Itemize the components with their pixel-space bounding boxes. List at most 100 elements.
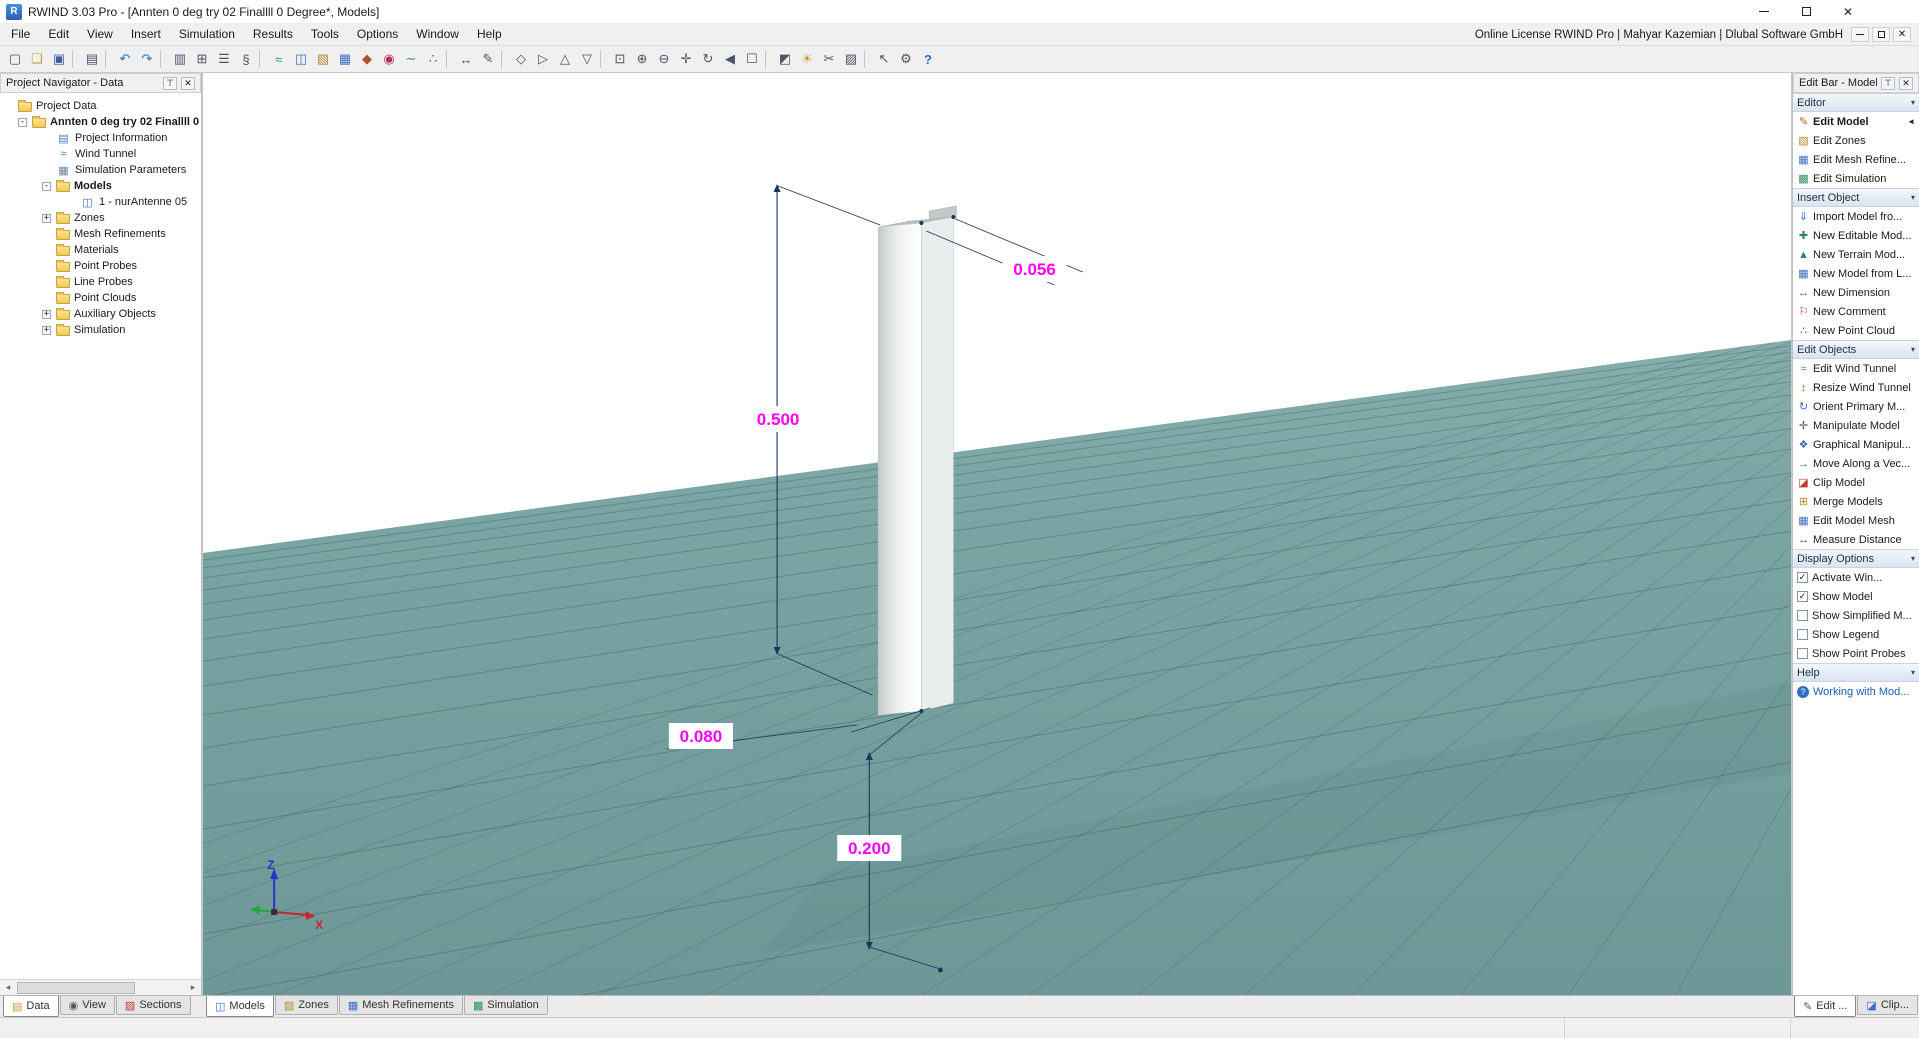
project-navigator-button[interactable]: ▥ xyxy=(169,48,191,70)
viewport-canvas[interactable]: 0.056 0.500 0.080 0.200 Z X xyxy=(203,73,1791,995)
tab-zones[interactable]: ▧ Zones xyxy=(275,996,338,1015)
zoom-window-button[interactable]: ⊡ xyxy=(609,48,631,70)
editbar-item[interactable]: ↔ Measure Distance xyxy=(1793,530,1919,549)
navigator-horizontal-scrollbar[interactable]: ◂ ▸ xyxy=(0,979,201,995)
dimension-button[interactable]: ↔ xyxy=(455,48,477,70)
antenna-model[interactable] xyxy=(878,206,956,715)
tree-item[interactable]: Point Probes xyxy=(0,258,201,274)
editbar-item[interactable]: ▦ New Model from L... xyxy=(1793,264,1919,283)
editbar-item[interactable]: ∴ New Point Cloud xyxy=(1793,321,1919,340)
editbar-item[interactable]: ⊞ Merge Models xyxy=(1793,492,1919,511)
editbar-item[interactable]: ↔ New Dimension xyxy=(1793,283,1919,302)
close-document-button[interactable]: ✕ xyxy=(1893,27,1911,42)
editbar-item[interactable]: ❖ Graphical Manipul... xyxy=(1793,435,1919,454)
tab-mesh-refinements[interactable]: ▦ Mesh Refinements xyxy=(339,996,463,1015)
expander-icon[interactable]: - xyxy=(18,118,27,127)
tab-edit[interactable]: ✎ Edit ... xyxy=(1794,996,1856,1017)
checkbox[interactable] xyxy=(1797,591,1808,602)
previous-view-button[interactable]: ◀ xyxy=(719,48,741,70)
redo-button[interactable]: ↷ xyxy=(136,48,158,70)
line-probe-button[interactable]: ∼ xyxy=(400,48,422,70)
menu-item[interactable]: File xyxy=(2,24,39,44)
zoom-out-button[interactable]: ⊖ xyxy=(653,48,675,70)
section-plane-button[interactable]: ▨ xyxy=(840,48,862,70)
checkbox[interactable] xyxy=(1797,629,1808,640)
tree-item[interactable]: Line Probes xyxy=(0,274,201,290)
close-panel-button[interactable]: ✕ xyxy=(181,77,195,90)
scroll-left-icon[interactable]: ◂ xyxy=(0,982,16,993)
editbar-item[interactable]: ↻ Orient Primary M... xyxy=(1793,397,1919,416)
print-button[interactable]: ▤ xyxy=(81,48,103,70)
maximize-button[interactable] xyxy=(1785,0,1827,23)
editbar-item[interactable]: ▧ Edit Zones ◄ xyxy=(1793,131,1919,150)
editbar-item[interactable]: ↕ Resize Wind Tunnel xyxy=(1793,378,1919,397)
editbar-item[interactable]: ✎ Edit Model ◄ xyxy=(1793,112,1919,131)
minimize-document-button[interactable] xyxy=(1851,27,1869,42)
tree-item[interactable]: ▦ Simulation Parameters xyxy=(0,162,201,178)
new-model-button[interactable]: ◫ xyxy=(290,48,312,70)
tree-item[interactable]: Mesh Refinements xyxy=(0,226,201,242)
tree-item[interactable]: + Auxiliary Objects xyxy=(0,306,201,322)
editbar-item[interactable]: ◪ Clip Model xyxy=(1793,473,1919,492)
tree-item[interactable]: Point Clouds xyxy=(0,290,201,306)
selection-button[interactable]: ↖ xyxy=(873,48,895,70)
tree-item[interactable]: Project Data xyxy=(0,98,201,114)
clipping-button[interactable]: ✂ xyxy=(818,48,840,70)
close-panel-button[interactable]: ✕ xyxy=(1899,77,1913,90)
point-probe-button[interactable]: ◉ xyxy=(378,48,400,70)
editbar-item[interactable]: ✚ New Editable Mod... xyxy=(1793,226,1919,245)
point-cloud-button[interactable]: ∴ xyxy=(422,48,444,70)
isometric-view-button[interactable]: ◇ xyxy=(510,48,532,70)
save-button[interactable]: ▣ xyxy=(48,48,70,70)
light-button[interactable]: ☀ xyxy=(796,48,818,70)
expander-icon[interactable]: + xyxy=(42,214,51,223)
tree-item[interactable]: - Models xyxy=(0,178,201,194)
editbar-item[interactable]: ⇓ Import Model fro... xyxy=(1793,207,1919,226)
menu-item[interactable]: Simulation xyxy=(170,24,244,44)
tree-item[interactable]: ≈ Wind Tunnel xyxy=(0,146,201,162)
menu-item[interactable]: Edit xyxy=(39,24,78,44)
tree-item[interactable]: Materials xyxy=(0,242,201,258)
menu-item[interactable]: View xyxy=(78,24,122,44)
pan-button[interactable]: ✛ xyxy=(675,48,697,70)
checkbox[interactable] xyxy=(1797,572,1808,583)
view-x-button[interactable]: ▷ xyxy=(532,48,554,70)
menu-item[interactable]: Help xyxy=(468,24,511,44)
menu-item[interactable]: Options xyxy=(348,24,407,44)
new-file-button[interactable]: ▢ xyxy=(4,48,26,70)
open-file-button[interactable]: ❏ xyxy=(26,48,48,70)
menu-item[interactable]: Results xyxy=(244,24,302,44)
section-header-insert-object[interactable]: Insert Object ▾ xyxy=(1793,188,1919,207)
display-option-item[interactable]: Show Simplified M... xyxy=(1793,606,1919,625)
editbar-item[interactable]: ▦ Edit Mesh Refine... ◄ xyxy=(1793,150,1919,169)
scroll-right-icon[interactable]: ▸ xyxy=(185,982,201,993)
editbar-item[interactable]: → Move Along a Vec... xyxy=(1793,454,1919,473)
editbar-item[interactable]: ✛ Manipulate Model xyxy=(1793,416,1919,435)
tab-models[interactable]: ◫ Models xyxy=(206,996,274,1017)
tab-clip[interactable]: ◪ Clip... xyxy=(1857,996,1918,1015)
expander-icon[interactable]: + xyxy=(42,326,51,335)
view-y-button[interactable]: △ xyxy=(554,48,576,70)
tab-data[interactable]: ▤ Data xyxy=(3,996,59,1017)
editbar-item[interactable]: ▩ Edit Simulation ◄ xyxy=(1793,169,1919,188)
expander-icon[interactable]: - xyxy=(42,182,51,191)
display-option-item[interactable]: Activate Win... xyxy=(1793,568,1919,587)
materials-button[interactable]: ◆ xyxy=(356,48,378,70)
restore-document-button[interactable] xyxy=(1872,27,1890,42)
tree-item[interactable]: - Annten 0 deg try 02 Finallll 0 xyxy=(0,114,201,130)
tree-item[interactable]: ◫ 1 - nurAntenne 05 xyxy=(0,194,201,210)
display-option-item[interactable]: Show Model xyxy=(1793,587,1919,606)
section-header-display-options[interactable]: Display Options ▾ xyxy=(1793,549,1919,568)
view-z-button[interactable]: ▽ xyxy=(576,48,598,70)
zoom-in-button[interactable]: ⊕ xyxy=(631,48,653,70)
tab-sections[interactable]: ▨ Sections xyxy=(116,996,191,1015)
tree-item[interactable]: + Zones xyxy=(0,210,201,226)
checkbox[interactable] xyxy=(1797,610,1808,621)
help-button[interactable]: ? xyxy=(917,48,939,70)
tab-view[interactable]: ◉ View xyxy=(60,996,115,1015)
display-properties-button[interactable]: ☰ xyxy=(213,48,235,70)
tables-button[interactable]: ⊞ xyxy=(191,48,213,70)
display-option-item[interactable]: Show Legend xyxy=(1793,625,1919,644)
comment-button[interactable]: ✎ xyxy=(477,48,499,70)
editbar-item[interactable]: ▦ Edit Model Mesh xyxy=(1793,511,1919,530)
